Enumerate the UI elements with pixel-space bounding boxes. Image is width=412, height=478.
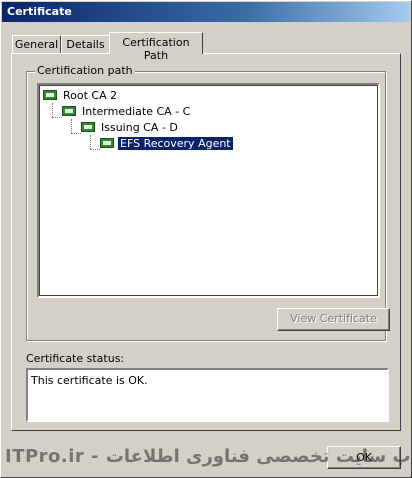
tree-connector (71, 119, 72, 133)
certificate-status-box[interactable]: This certificate is OK. (26, 368, 389, 422)
certification-path-panel: Certification path Root CA 2 Intermediat… (11, 53, 401, 431)
tree-node-label: EFS Recovery Agent (117, 136, 234, 151)
certificate-icon (100, 138, 114, 148)
certificate-icon (43, 90, 57, 100)
certificate-status-text: This certificate is OK. (31, 374, 148, 387)
tree-node-label: Issuing CA - D (101, 121, 178, 134)
certificate-status-label: Certificate status: (26, 352, 125, 365)
tab-certification-path[interactable]: Certification Path (109, 32, 203, 62)
tree-connector (90, 149, 100, 150)
tree-connector (52, 103, 53, 117)
tree-connector (71, 133, 81, 134)
tree-connector (52, 117, 62, 118)
tab-details[interactable]: Details (61, 35, 110, 53)
certificate-dialog: Certificate General Details Certificatio… (0, 0, 412, 478)
tree-node-label: Root CA 2 (63, 89, 118, 102)
certification-path-label: Certification path (35, 64, 135, 77)
certification-path-group: Certification path Root CA 2 Intermediat… (26, 64, 390, 341)
tree-connector (90, 135, 91, 149)
certification-path-tree[interactable]: Root CA 2 Intermediate CA - C Issuing CA… (37, 83, 380, 298)
tree-node-label: Intermediate CA - C (82, 105, 191, 118)
certificate-icon (81, 122, 95, 132)
certificate-icon (62, 106, 76, 116)
ok-button[interactable]: OK (327, 446, 401, 469)
tab-general[interactable]: General (12, 35, 61, 53)
view-certificate-button[interactable]: View Certificate (277, 308, 390, 331)
title-bar[interactable]: Certificate (2, 2, 410, 22)
window-title: Certificate (7, 5, 72, 18)
